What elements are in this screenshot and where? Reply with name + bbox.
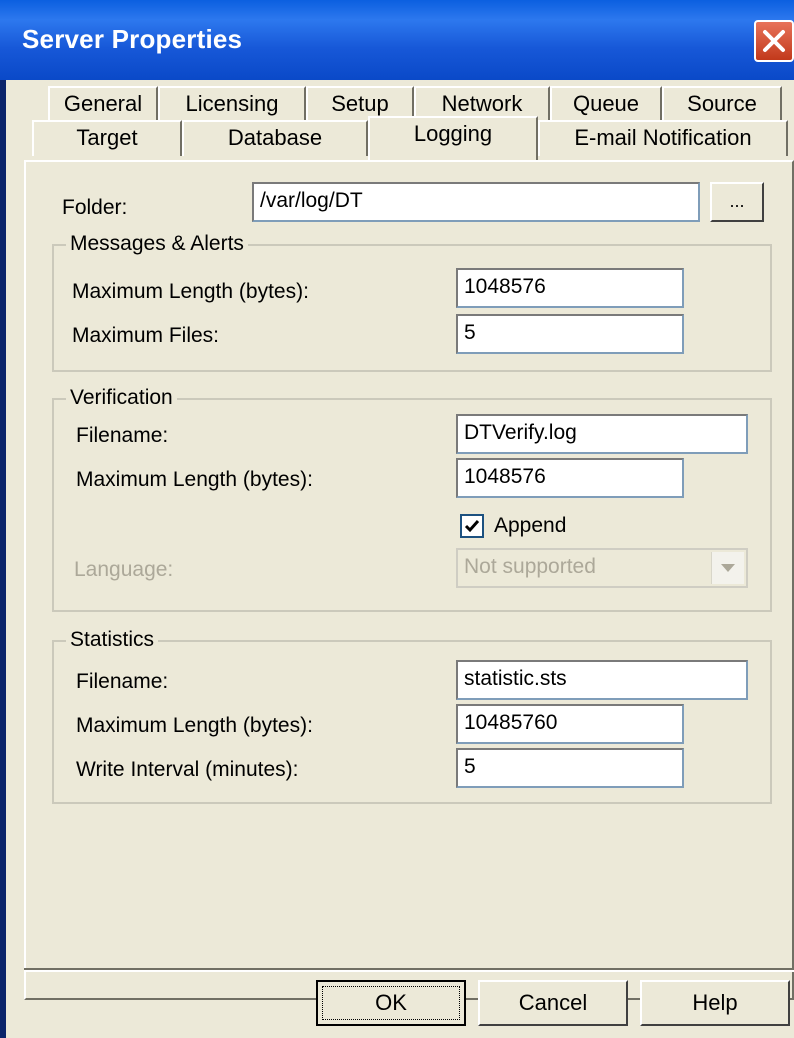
append-label: Append bbox=[494, 514, 567, 537]
statistics-filename-label: Filename: bbox=[76, 670, 169, 693]
dialog-body: General Licensing Setup Network Queue So… bbox=[6, 80, 794, 1038]
folder-field[interactable]: /var/log/DT bbox=[252, 182, 700, 222]
tab-logging[interactable]: Logging bbox=[368, 116, 538, 162]
tab-target[interactable]: Target bbox=[32, 120, 182, 156]
help-button[interactable]: Help bbox=[640, 980, 790, 1026]
title-bar[interactable]: Server Properties bbox=[0, 0, 794, 80]
bottom-separator bbox=[24, 968, 794, 972]
append-checkbox[interactable] bbox=[460, 514, 484, 538]
chevron-down-icon bbox=[721, 564, 735, 572]
language-select-value: Not supported bbox=[464, 555, 596, 578]
checkmark-icon bbox=[464, 520, 480, 533]
verification-filename-label: Filename: bbox=[76, 424, 169, 447]
verification-title: Verification bbox=[66, 386, 177, 410]
folder-label: Folder: bbox=[62, 196, 128, 219]
tab-queue[interactable]: Queue bbox=[550, 86, 662, 122]
statistics-filename-field[interactable]: statistic.sts bbox=[456, 660, 748, 700]
tab-licensing[interactable]: Licensing bbox=[158, 86, 306, 122]
window-title: Server Properties bbox=[22, 24, 243, 54]
verification-max-length-field[interactable]: 1048576 bbox=[456, 458, 684, 498]
server-properties-window: Server Properties General Licensing Setu… bbox=[0, 0, 794, 1038]
statistics-max-length-label: Maximum Length (bytes): bbox=[76, 714, 313, 737]
messages-alerts-title: Messages & Alerts bbox=[66, 232, 248, 256]
messages-max-length-field[interactable]: 1048576 bbox=[456, 268, 684, 308]
tab-email-notification[interactable]: E-mail Notification bbox=[538, 120, 788, 156]
statistics-title: Statistics bbox=[66, 628, 159, 652]
verification-max-length-label: Maximum Length (bytes): bbox=[76, 468, 313, 491]
browse-folder-button[interactable]: ... bbox=[710, 182, 764, 222]
tab-source[interactable]: Source bbox=[662, 86, 782, 122]
write-interval-label: Write Interval (minutes): bbox=[76, 758, 299, 781]
write-interval-field[interactable]: 5 bbox=[456, 748, 684, 788]
statistics-max-length-field[interactable]: 10485760 bbox=[456, 704, 684, 744]
messages-max-files-field[interactable]: 5 bbox=[456, 314, 684, 354]
verification-filename-field[interactable]: DTVerify.log bbox=[456, 414, 748, 454]
language-select[interactable]: Not supported bbox=[456, 548, 748, 588]
messages-max-length-label: Maximum Length (bytes): bbox=[72, 280, 309, 303]
cancel-button[interactable]: Cancel bbox=[478, 980, 628, 1026]
tab-database[interactable]: Database bbox=[182, 120, 368, 156]
language-label: Language: bbox=[74, 558, 174, 581]
ok-button[interactable]: OK bbox=[316, 980, 466, 1026]
language-dropdown-button[interactable] bbox=[711, 552, 744, 584]
tab-general[interactable]: General bbox=[48, 86, 158, 122]
close-icon bbox=[763, 30, 785, 52]
messages-max-files-label: Maximum Files: bbox=[72, 324, 220, 347]
close-button[interactable] bbox=[754, 20, 794, 62]
ok-focus-rect bbox=[322, 986, 460, 1020]
